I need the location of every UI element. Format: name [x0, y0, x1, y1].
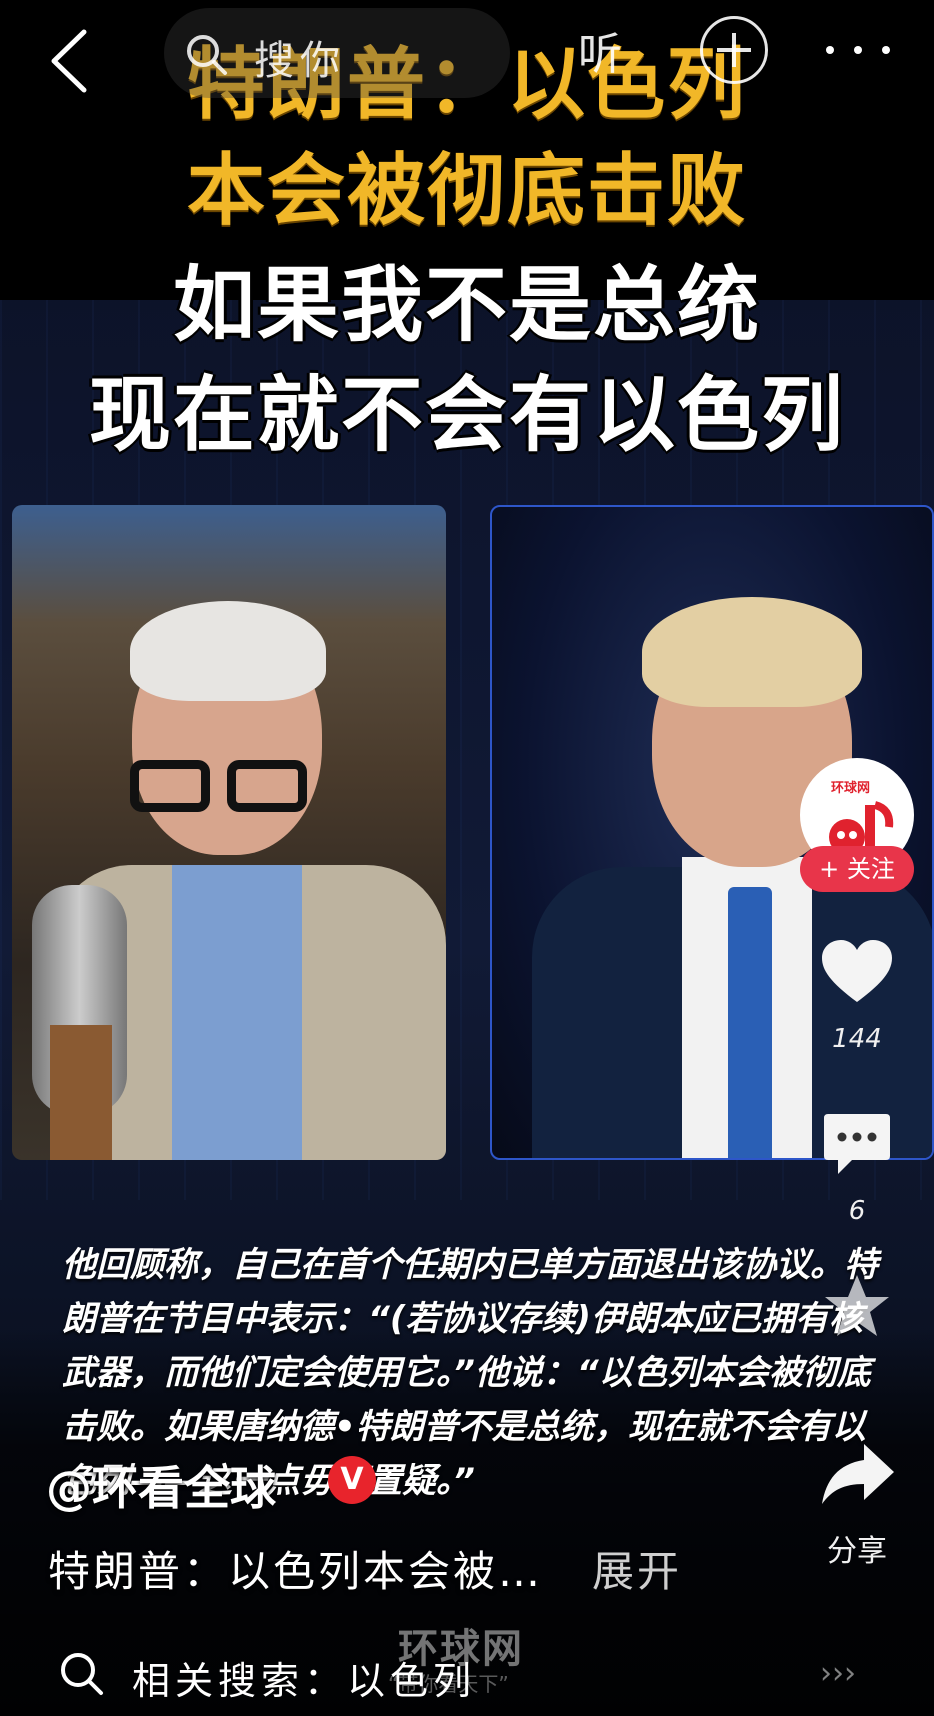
portrait-hair [642, 597, 862, 707]
more-options-button[interactable] [826, 34, 916, 64]
share-icon[interactable] [820, 1440, 896, 1508]
host-glasses-right [227, 760, 307, 812]
author-name[interactable]: @环看全球 [46, 1452, 276, 1518]
chevron-right-icon: ››› [820, 1656, 856, 1691]
post-caption: 特朗普：以色列本会被… [48, 1547, 544, 1596]
search-placeholder: 搜你 [254, 38, 346, 84]
comment-count: 6 [848, 1196, 866, 1226]
avatar-logo-text: 环球网 [831, 781, 871, 796]
more-dot [882, 46, 890, 54]
comment-icon[interactable] [822, 1110, 892, 1178]
search-icon [61, 1653, 103, 1695]
star-icon[interactable] [822, 1272, 892, 1340]
more-dot [854, 46, 862, 54]
headline-line-3: 如果我不是总统 [172, 258, 761, 353]
video-screen[interactable]: 特朗普：以色列 本会被彻底击败 如果我不是总统 现在就不会有以色列 搜你 听 他… [0, 0, 934, 1716]
follow-button[interactable]: + 关注 [800, 846, 914, 892]
listen-button[interactable]: 听 [578, 18, 622, 82]
chevron-left-icon [51, 29, 87, 93]
heart-icon[interactable] [820, 938, 894, 1006]
more-dot [826, 46, 834, 54]
share-label: 分享 [827, 1534, 887, 1569]
portrait-tie [728, 887, 772, 1158]
like-count: 144 [832, 1024, 882, 1054]
photo-left-host [12, 505, 446, 1160]
search-icon [187, 35, 227, 75]
host-glasses-left [130, 760, 210, 812]
related-search-bar[interactable]: 相关搜索：以色列 ››› [0, 1642, 934, 1716]
search-bar[interactable]: 搜你 [164, 8, 510, 98]
headline-line-2: 本会被彻底击败 [186, 146, 747, 236]
headline-line-4: 现在就不会有以色列 [88, 368, 845, 463]
back-button[interactable] [44, 26, 104, 96]
host-shirt [172, 865, 302, 1160]
expand-button[interactable]: 展开 [592, 1538, 682, 1599]
related-search-label: 相关搜索：以色列 [132, 1659, 477, 1703]
verified-badge: V [328, 1456, 376, 1504]
host-hair [130, 601, 326, 701]
microphone-stand [50, 1025, 112, 1160]
add-button[interactable] [700, 16, 768, 84]
